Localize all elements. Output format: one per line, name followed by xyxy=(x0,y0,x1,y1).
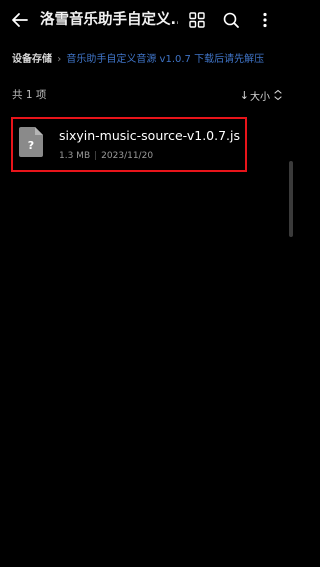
sort-toggle-icon xyxy=(274,89,282,101)
more-options-button[interactable] xyxy=(253,8,277,32)
breadcrumb-current[interactable]: 音乐助手自定义音源 v1.0.7 下载后请先解压 xyxy=(66,54,264,65)
file-size: 1.3 MB xyxy=(59,151,91,161)
search-icon xyxy=(223,12,239,28)
back-button[interactable] xyxy=(8,8,32,32)
meta-divider: | xyxy=(94,151,98,161)
file-meta: 1.3 MB | 2023/11/20 xyxy=(59,150,153,162)
file-date: 2023/11/20 xyxy=(101,151,154,161)
chevron-right-icon: › xyxy=(57,54,62,65)
page-title: 洛雪音乐助手自定义... xyxy=(40,12,178,28)
breadcrumb: 设备存储 › 音乐助手自定义音源 v1.0.7 下载后请先解压 xyxy=(12,51,300,69)
item-count: 共 1 项 xyxy=(12,89,47,101)
svg-text:?: ? xyxy=(28,139,34,152)
sort-label: 大小 xyxy=(250,91,270,103)
breadcrumb-root[interactable]: 设备存储 xyxy=(12,54,52,65)
sort-button[interactable]: ↓ 大小 xyxy=(240,86,284,104)
grid-view-icon xyxy=(189,12,205,28)
top-app-bar: 洛雪音乐助手自定义... xyxy=(0,0,300,40)
file-name: sixyin-music-source-v1.0.7.js xyxy=(59,128,240,143)
grid-view-button[interactable] xyxy=(185,8,209,32)
file-list-item[interactable]: ? sixyin-music-source-v1.0.7.js 1.3 MB | 2… xyxy=(11,117,247,172)
sort-descending-icon: ↓ xyxy=(239,88,249,102)
unknown-file-icon: ? xyxy=(19,127,43,157)
search-button[interactable] xyxy=(219,8,243,32)
arrow-left-icon xyxy=(12,13,28,27)
more-vertical-icon xyxy=(263,12,267,28)
scrollbar[interactable] xyxy=(289,161,293,237)
